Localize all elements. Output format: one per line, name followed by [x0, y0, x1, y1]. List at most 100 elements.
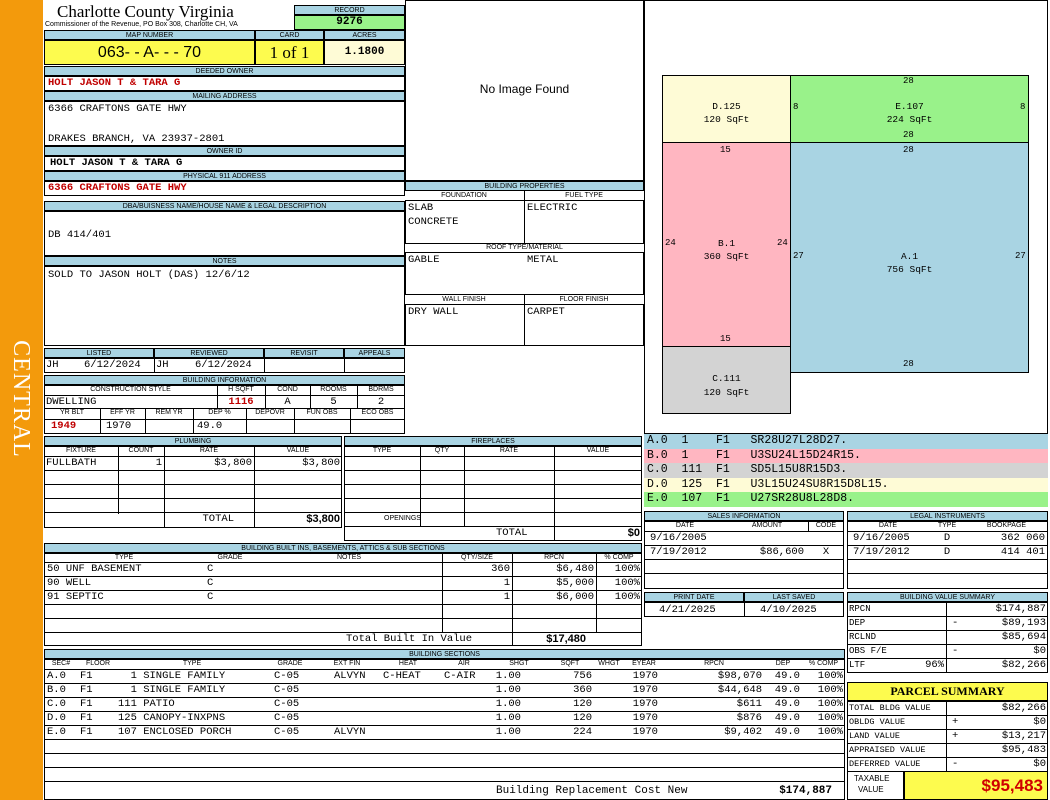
section-cell-rpcn: $876: [736, 712, 762, 724]
roof-box: [405, 252, 644, 295]
last-saved-header: LAST SAVED: [744, 592, 844, 602]
taxable-label-2: VALUE: [858, 785, 884, 794]
roof-type: GABLE: [408, 254, 440, 266]
reviewed-header: REVIEWED: [154, 348, 264, 358]
value-summary-value: $85,694: [1001, 631, 1046, 643]
sales-col-code: CODE: [815, 522, 837, 529]
section-cell-sqft: 120: [573, 698, 592, 710]
divider: [344, 456, 642, 457]
built-in-type: 90 WELL: [47, 577, 92, 589]
county-title: Charlotte County Virginia: [57, 2, 234, 21]
sections-col-heat: HEAT: [398, 660, 418, 667]
built-in-qty: 1: [503, 591, 510, 603]
sketch-dim: 8: [793, 102, 799, 112]
parcel-summary-value: $0: [1033, 758, 1046, 770]
section-cell-air: C-AIR: [444, 670, 476, 682]
section-cell-type: 1 SINGLE FAMILY: [118, 684, 226, 696]
plumbing-rate: $3,800: [214, 457, 252, 469]
section-cell-shgt: 1.00: [495, 726, 521, 738]
section-cell-eyear: 1970: [632, 698, 658, 710]
section-cell-sec: E.0: [47, 726, 66, 738]
plumbing-count: 1: [155, 457, 162, 469]
sections-col-comp: % COMP: [808, 660, 839, 667]
section-cell-comp: 100%: [817, 670, 843, 682]
dep-header: DEP %: [208, 409, 231, 416]
divider: [524, 191, 525, 244]
section-cell-eyear: 1970: [632, 726, 658, 738]
last-saved: 4/10/2025: [760, 604, 817, 616]
effective-year: 1970: [106, 420, 132, 432]
section-cell-sqft: 120: [573, 712, 592, 724]
section-cell-heat: [380, 725, 436, 739]
fireplaces-total: $0: [627, 527, 640, 539]
divider: [193, 408, 194, 434]
plumbing-col-rate: RATE: [199, 447, 219, 454]
sale-date: 9/16/2005: [650, 532, 707, 544]
section-cell-eyear: 1970: [632, 670, 658, 682]
remyr-header: REM YR: [155, 409, 183, 416]
section-cell-eyear: 1970: [632, 684, 658, 696]
rcn-value: $174,887: [779, 785, 832, 797]
sections-col-sec: SEC#: [51, 660, 71, 667]
print-date: 4/21/2025: [659, 604, 716, 616]
building-properties-header: BUILDING PROPERTIES: [405, 181, 644, 191]
sketch-vector-line: C.0 111 F1 SD5L15U8R15D3.: [644, 463, 1048, 478]
mailing-line1: 6366 CRAFTONS GATE HWY: [48, 103, 187, 115]
owner-id-header: OWNER ID: [44, 146, 405, 156]
fireplaces-col-qty: QTY: [434, 447, 450, 454]
section-cell-grade: C-05: [274, 698, 300, 710]
section-cell-floor: F1: [80, 670, 93, 682]
section-cell-heat: [380, 711, 436, 725]
sketch-dim: 27: [793, 251, 804, 261]
rooms-value: 5: [330, 396, 337, 408]
section-cell-grade: C-05: [274, 726, 300, 738]
divider: [847, 559, 1048, 560]
value-summary-header: BUILDING VALUE SUMMARY: [847, 592, 1048, 602]
floor-finish: CARPET: [527, 306, 565, 318]
acres-header: ACRES: [324, 30, 405, 40]
section-cell-whgt: [594, 683, 624, 697]
plumbing-fixture: FULLBATH: [46, 457, 97, 469]
deeded-owner: HOLT JASON T & TARA G: [44, 76, 405, 91]
deeded-owner-header: DEEDED OWNER: [44, 66, 405, 76]
print-date-header: PRINT DATE: [644, 592, 744, 602]
dba-header: DBA/BUISNESS NAME/HOUSE NAME & LEGAL DES…: [44, 201, 405, 211]
section-cell-grade: C-05: [274, 712, 300, 724]
owner-id: HOLT JASON T & TARA G: [44, 156, 405, 171]
section-cell-type: 1 SINGLE FAMILY: [118, 670, 226, 682]
sketch-sqft-c: 120 SqFt: [703, 387, 750, 398]
value-summary-label: OBS F/E: [849, 646, 887, 656]
built-in-grade: C: [207, 577, 214, 589]
sketch-sqft-a: 756 SqFt: [886, 264, 933, 275]
sections-col-floor: FLOOR: [85, 660, 111, 667]
mailing-line2: DRAKES BRANCH, VA 23937-2801: [48, 133, 225, 145]
sketch-label-a: A.1: [900, 251, 919, 262]
sketch-label-e: E.107: [895, 101, 924, 112]
sketch-dim: 28: [903, 76, 914, 86]
section-cell-dep: 49.0: [774, 670, 800, 682]
sketch-dim: 15: [720, 145, 731, 155]
section-cell-comp: 100%: [817, 698, 843, 710]
value-summary-value: $174,887: [995, 603, 1046, 615]
cond-header: COND: [277, 386, 298, 393]
depreciation-pct: 49.0: [197, 420, 223, 432]
divider: [350, 408, 351, 434]
legal-header: LEGAL INSTRUMENTS: [847, 511, 1048, 521]
section-cell-shgt: 1.00: [495, 712, 521, 724]
plumbing-header: PLUMBING: [44, 436, 342, 446]
listed-date: 6/12/2024: [84, 359, 141, 371]
value-summary-value: $0: [1033, 645, 1046, 657]
section-cell-sec: D.0: [47, 712, 66, 724]
funobs-header: FUN OBS: [306, 409, 338, 416]
legal-date: 9/16/2005: [853, 532, 910, 544]
rcn-label: Building Replacement Cost New: [496, 785, 688, 797]
hsqft-value: 1116: [228, 396, 254, 408]
sections-col-air: AIR: [458, 660, 470, 667]
style-header: CONSTRUCTION STYLE: [90, 386, 171, 393]
divider: [44, 753, 845, 754]
divider: [145, 408, 146, 434]
section-cell-air: [436, 711, 492, 725]
parcel-summary-label: OBLDG VALUE: [849, 717, 906, 727]
side-label: CENTRAL: [8, 340, 34, 458]
section-cell-sec: A.0: [47, 670, 66, 682]
